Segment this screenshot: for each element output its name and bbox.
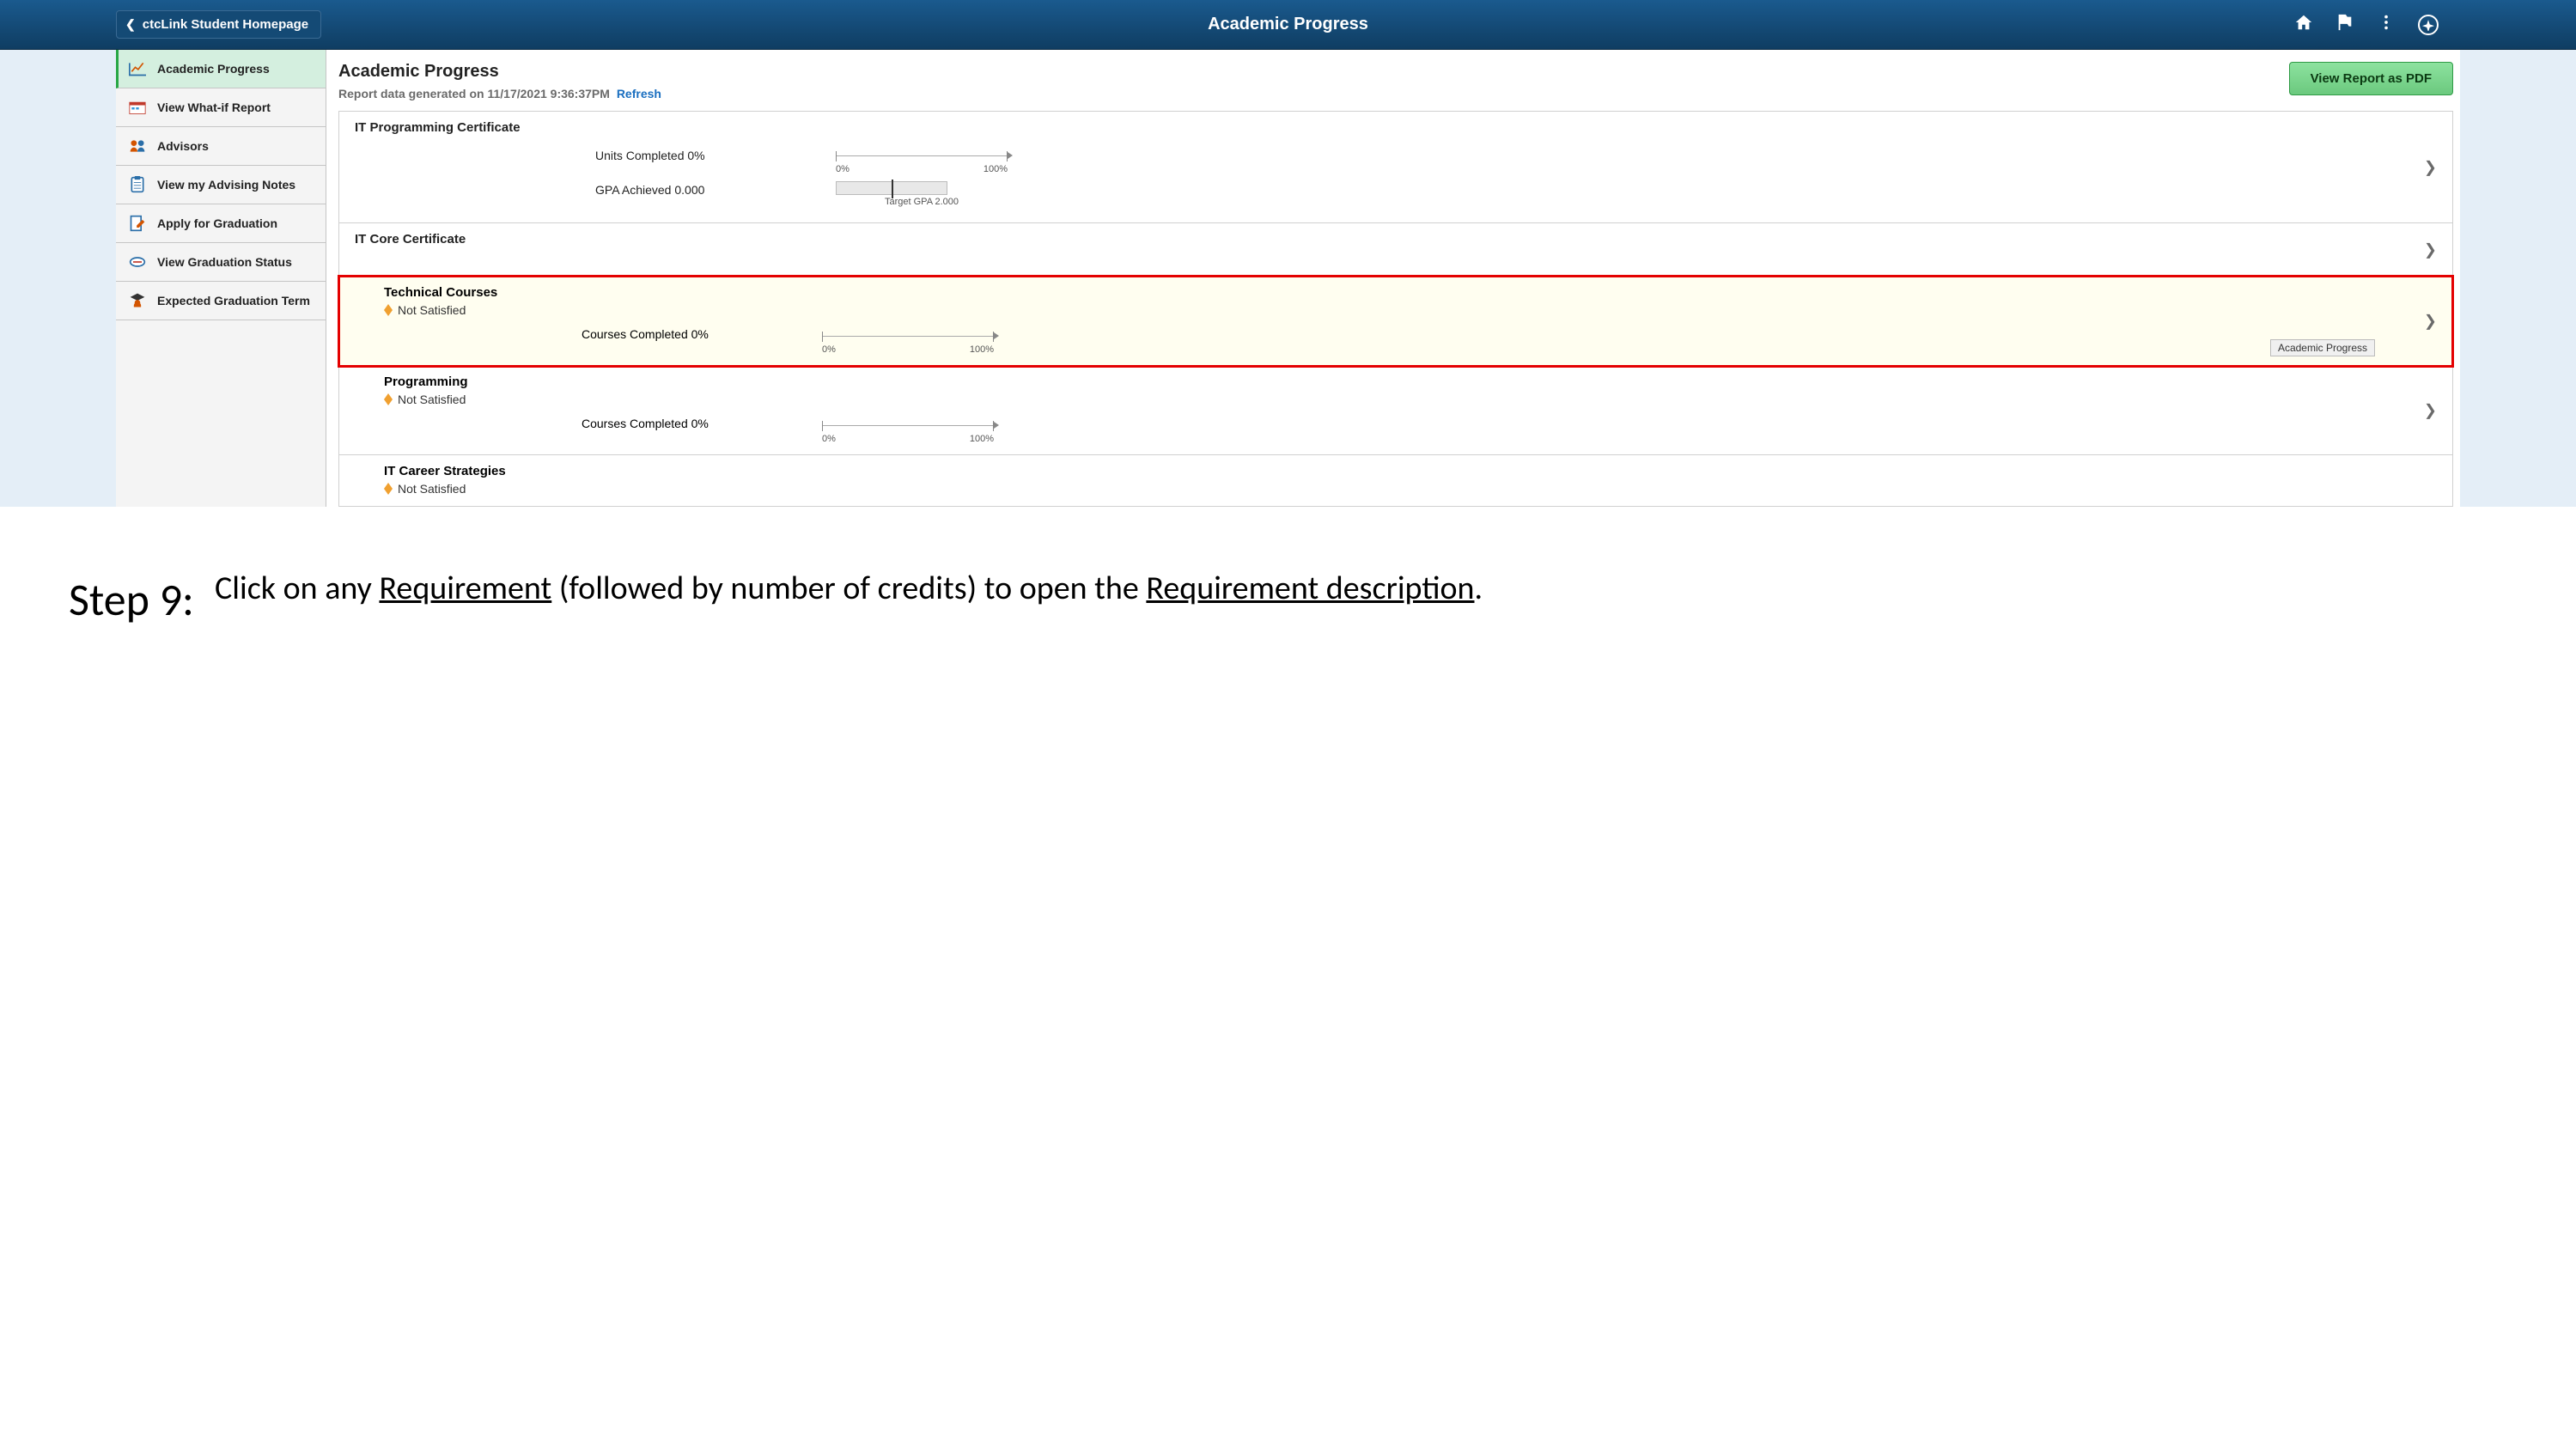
- diamond-icon: [384, 483, 393, 495]
- report-timestamp-line: Report data generated on 11/17/2021 9:36…: [338, 87, 2316, 100]
- sidebar-item-label: Apply for Graduation: [157, 216, 277, 230]
- chart-line-icon: [128, 60, 147, 77]
- sidebar-item-advising-notes[interactable]: View my Advising Notes: [116, 166, 326, 204]
- diamond-icon: [384, 304, 393, 316]
- sidebar-item-label: View Graduation Status: [157, 255, 292, 269]
- gpa-achieved-label: GPA Achieved 0.000: [595, 178, 836, 197]
- page-title: Academic Progress: [1208, 15, 1368, 34]
- chevron-right-icon: ❯: [2424, 158, 2437, 176]
- courses-progress-bar: 0% 100%: [822, 327, 994, 355]
- progress-high: 100%: [984, 164, 1008, 174]
- flag-icon[interactable]: [2335, 13, 2354, 37]
- sidebar-item-label: View my Advising Notes: [157, 178, 295, 192]
- sidebar-item-advisors[interactable]: Advisors: [116, 127, 326, 166]
- courses-progress-bar: 0% 100%: [822, 417, 994, 444]
- back-button[interactable]: ❮ ctcLink Student Homepage: [116, 10, 321, 39]
- sidebar-item-academic-progress[interactable]: Academic Progress: [116, 50, 326, 88]
- status-text: Not Satisfied: [398, 303, 466, 317]
- progress-low: 0%: [822, 344, 836, 355]
- requirement-programming[interactable]: Programming Not Satisfied Courses Comple…: [339, 366, 2452, 455]
- progress-low: 0%: [822, 434, 836, 444]
- tooltip: Academic Progress: [2270, 339, 2375, 356]
- topbar-actions: [2294, 13, 2439, 37]
- instruction: Step 9: Click on any Requirement (follow…: [0, 507, 2576, 679]
- gpa-progress: Target GPA 2.000: [836, 178, 1008, 207]
- section-title: IT Programming Certificate: [355, 120, 2440, 135]
- courses-completed-label: Courses Completed 0%: [582, 327, 822, 341]
- units-progress-bar: 0% 100%: [836, 143, 1008, 174]
- clipboard-icon: [128, 176, 147, 193]
- compass-icon[interactable]: [2418, 15, 2439, 35]
- calendar-icon: [128, 99, 147, 116]
- step-text: Click on any Requirement (followed by nu…: [215, 567, 1483, 611]
- courses-completed-label: Courses Completed 0%: [582, 417, 822, 430]
- progress-high: 100%: [970, 344, 994, 355]
- scroll-icon: [128, 253, 147, 271]
- units-completed-label: Units Completed 0%: [595, 143, 836, 162]
- sidebar-item-label: Advisors: [157, 139, 209, 153]
- topbar: ❮ ctcLink Student Homepage Academic Prog…: [0, 0, 2576, 50]
- back-button-label: ctcLink Student Homepage: [143, 17, 308, 32]
- section-title: IT Core Certificate: [355, 232, 2440, 247]
- sidebar-item-label: Expected Graduation Term: [157, 294, 310, 307]
- people-icon: [128, 137, 147, 155]
- requirements-container: IT Programming Certificate Units Complet…: [338, 111, 2453, 507]
- progress-high: 100%: [970, 434, 994, 444]
- sidebar-item-graduation-status[interactable]: View Graduation Status: [116, 243, 326, 282]
- chevron-right-icon: ❯: [2424, 312, 2437, 330]
- requirement-title: Programming: [384, 374, 2440, 389]
- sidebar-item-label: Academic Progress: [157, 62, 270, 76]
- section-it-core-cert[interactable]: IT Core Certificate ❯: [339, 223, 2452, 277]
- view-pdf-button[interactable]: View Report as PDF: [2289, 62, 2453, 95]
- sidebar-item-apply-graduation[interactable]: Apply for Graduation: [116, 204, 326, 243]
- kebab-menu-icon[interactable]: [2377, 13, 2396, 37]
- status-text: Not Satisfied: [398, 482, 466, 496]
- requirement-title: Technical Courses: [384, 285, 2440, 300]
- requirement-title: IT Career Strategies: [384, 464, 2440, 478]
- chevron-left-icon: ❮: [125, 17, 136, 32]
- home-icon[interactable]: [2294, 13, 2313, 37]
- report-timestamp: Report data generated on 11/17/2021 9:36…: [338, 87, 610, 100]
- graduate-icon: [128, 292, 147, 309]
- content: Academic Progress Report data generated …: [326, 50, 2460, 507]
- sidebar-item-label: View What-if Report: [157, 100, 271, 114]
- chevron-right-icon: ❯: [2424, 240, 2437, 259]
- section-it-programming-cert[interactable]: IT Programming Certificate Units Complet…: [339, 112, 2452, 223]
- progress-low: 0%: [836, 164, 850, 174]
- document-edit-icon: [128, 215, 147, 232]
- step-label: Step 9:: [69, 567, 194, 627]
- sidebar-item-what-if[interactable]: View What-if Report: [116, 88, 326, 127]
- content-heading: Academic Progress: [338, 62, 2316, 82]
- refresh-link[interactable]: Refresh: [617, 87, 661, 100]
- status-text: Not Satisfied: [398, 393, 466, 406]
- gpa-target-label: Target GPA 2.000: [836, 197, 1008, 207]
- requirement-technical-courses[interactable]: Technical Courses Not Satisfied Courses …: [339, 277, 2452, 366]
- chevron-right-icon: ❯: [2424, 401, 2437, 419]
- sidebar: Academic Progress View What-if Report Ad…: [116, 50, 326, 507]
- requirement-it-career-strategies[interactable]: IT Career Strategies Not Satisfied: [339, 455, 2452, 506]
- sidebar-item-expected-grad-term[interactable]: Expected Graduation Term: [116, 282, 326, 320]
- diamond-icon: [384, 393, 393, 405]
